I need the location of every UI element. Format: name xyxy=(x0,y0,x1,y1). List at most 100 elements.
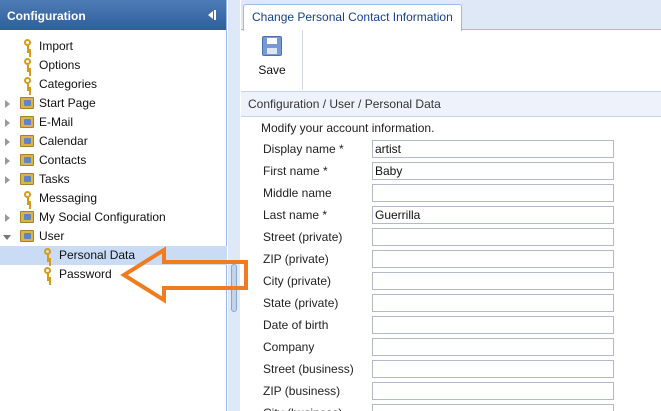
folder-icon xyxy=(20,230,34,242)
configuration-tree: Import Options Categories Start Page E-Mail C… xyxy=(0,37,227,284)
first-name-input[interactable] xyxy=(372,162,614,180)
form-row-first-name: First name * xyxy=(263,162,661,180)
tree-item-my-social-configuration[interactable]: My Social Configuration xyxy=(0,208,227,227)
display-name-input[interactable] xyxy=(372,140,614,158)
field-label: Street (private) xyxy=(263,230,343,244)
save-button-label: Save xyxy=(258,63,286,77)
floppy-disk-icon xyxy=(262,36,282,56)
street-private-input[interactable] xyxy=(372,228,614,246)
breadcrumb: Configuration / User / Personal Data xyxy=(241,92,661,117)
tree-item-e-mail[interactable]: E-Mail xyxy=(0,113,227,132)
city-private-input[interactable] xyxy=(372,272,614,290)
toolbar: Save xyxy=(241,30,661,92)
key-icon xyxy=(23,77,33,92)
tree-item-label: Import xyxy=(39,39,74,53)
field-label: ZIP (private) xyxy=(263,252,329,266)
tree-item-label: My Social Configuration xyxy=(39,210,166,224)
form-row-zip-private: ZIP (private) xyxy=(263,250,661,268)
panel-title: Configuration xyxy=(7,9,86,23)
field-label: ZIP (business) xyxy=(263,384,341,398)
key-icon xyxy=(43,248,53,263)
panel-splitter[interactable] xyxy=(228,0,240,411)
tree-collapsed-arrow-icon[interactable] xyxy=(5,138,10,146)
form-row-company: Company xyxy=(263,338,661,356)
tree-item-label: User xyxy=(39,229,65,243)
tree-item-messaging[interactable]: Messaging xyxy=(0,189,227,208)
collapse-panel-icon[interactable] xyxy=(208,9,218,21)
tree-item-password[interactable]: Password xyxy=(0,265,227,284)
company-input[interactable] xyxy=(372,338,614,356)
field-label: Street (business) xyxy=(263,362,354,376)
toolbar-divider xyxy=(302,30,303,90)
key-icon xyxy=(43,267,53,282)
tree-item-categories[interactable]: Categories xyxy=(0,75,227,94)
splitter-grip-icon[interactable] xyxy=(231,264,237,312)
tree-item-label: Messaging xyxy=(39,191,98,205)
field-label: Company xyxy=(263,340,315,354)
form-row-date-of-birth: Date of birth xyxy=(263,316,661,334)
tree-expanded-arrow-icon[interactable] xyxy=(3,235,11,240)
tree-collapsed-arrow-icon[interactable] xyxy=(5,100,10,108)
key-icon xyxy=(23,191,33,206)
tree-collapsed-arrow-icon[interactable] xyxy=(5,176,10,184)
tree-item-label: Contacts xyxy=(39,153,87,167)
tree-item-label: Options xyxy=(39,58,81,72)
save-button[interactable]: Save xyxy=(247,33,297,85)
tree-item-calendar[interactable]: Calendar xyxy=(0,132,227,151)
form-row-display-name: Display name * xyxy=(263,140,661,158)
tree-item-label: Start Page xyxy=(39,96,96,110)
tab-bar: Change Personal Contact Information xyxy=(241,0,661,31)
date-of-birth-input[interactable] xyxy=(372,316,614,334)
form-row-state-private: State (private) xyxy=(263,294,661,312)
configuration-panel: Configuration Import Options Categories Sta… xyxy=(0,0,227,411)
form-row-city-business: City (business) xyxy=(263,404,661,411)
tree-collapsed-arrow-icon[interactable] xyxy=(5,157,10,165)
tree-collapsed-arrow-icon[interactable] xyxy=(5,214,10,222)
form-row-city-private: City (private) xyxy=(263,272,661,290)
form-row-street-business: Street (business) xyxy=(263,360,661,378)
city-business-input[interactable] xyxy=(372,404,614,411)
field-label: City (business) xyxy=(263,406,342,411)
street-business-input[interactable] xyxy=(372,360,614,378)
tree-item-label: Categories xyxy=(39,77,98,91)
form-row-zip-business: ZIP (business) xyxy=(263,382,661,400)
form-row-middle-name: Middle name xyxy=(263,184,661,202)
tree-item-contacts[interactable]: Contacts xyxy=(0,151,227,170)
field-label: Display name * xyxy=(263,142,344,156)
form-intro-text: Modify your account information. xyxy=(261,121,435,135)
field-label: First name * xyxy=(263,164,328,178)
field-label: Last name * xyxy=(263,208,328,222)
tree-item-label: Personal Data xyxy=(59,248,136,262)
form-row-last-name: Last name * xyxy=(263,206,661,224)
form-row-street-private: Street (private) xyxy=(263,228,661,246)
field-label: City (private) xyxy=(263,274,332,288)
field-label: State (private) xyxy=(263,296,339,310)
tree-item-import[interactable]: Import xyxy=(0,37,227,56)
field-label: Middle name xyxy=(263,186,332,200)
middle-name-input[interactable] xyxy=(372,184,614,202)
last-name-input[interactable] xyxy=(372,206,614,224)
tree-item-options[interactable]: Options xyxy=(0,56,227,75)
key-icon xyxy=(23,58,33,73)
folder-icon xyxy=(20,97,34,109)
folder-icon xyxy=(20,116,34,128)
state-private-input[interactable] xyxy=(372,294,614,312)
tree-collapsed-arrow-icon[interactable] xyxy=(5,119,10,127)
tree-item-label: Calendar xyxy=(39,134,88,148)
folder-icon xyxy=(20,135,34,147)
tree-item-start-page[interactable]: Start Page xyxy=(0,94,227,113)
tree-item-user[interactable]: User xyxy=(0,227,227,246)
folder-icon xyxy=(20,211,34,223)
configuration-panel-header: Configuration xyxy=(0,0,226,30)
tree-item-label: E-Mail xyxy=(39,115,74,129)
folder-icon xyxy=(20,154,34,166)
zip-private-input[interactable] xyxy=(372,250,614,268)
tree-item-personal-data[interactable]: Personal Data xyxy=(0,246,227,265)
tree-item-label: Password xyxy=(59,267,112,281)
tree-item-tasks[interactable]: Tasks xyxy=(0,170,227,189)
zip-business-input[interactable] xyxy=(372,382,614,400)
field-label: Date of birth xyxy=(263,318,329,332)
key-icon xyxy=(23,39,33,54)
tab-change-personal-contact-information[interactable]: Change Personal Contact Information xyxy=(243,4,462,31)
tree-item-label: Tasks xyxy=(39,172,70,186)
